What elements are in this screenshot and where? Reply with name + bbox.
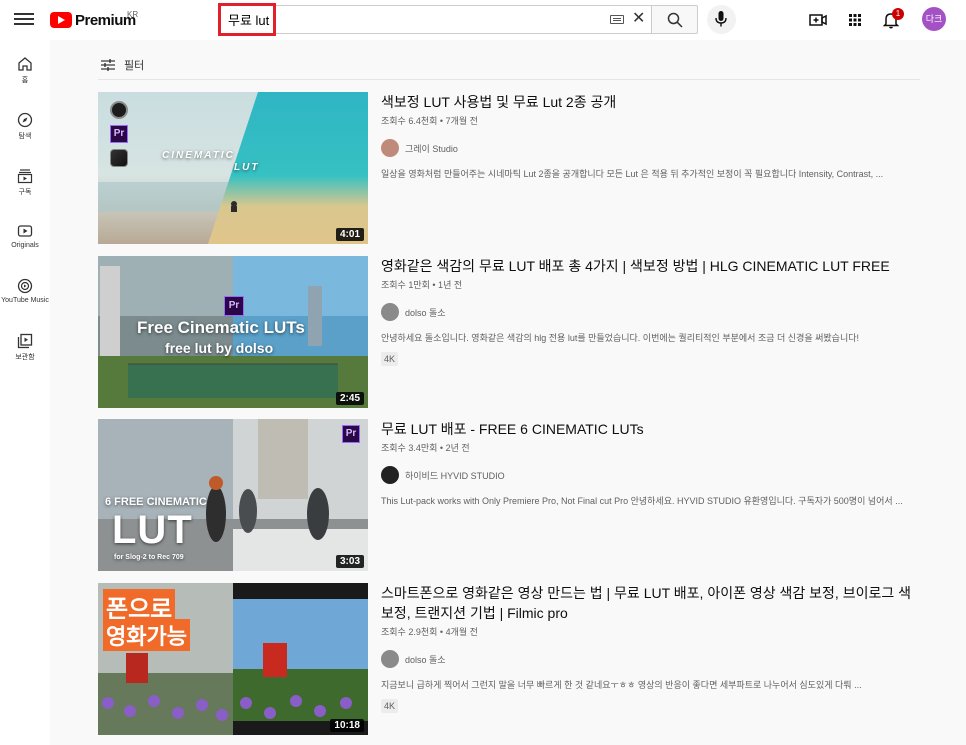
sidebar: 홈 탐색 구독 Originals YouTube Music 보관함 (0, 40, 50, 745)
menu-icon[interactable] (14, 10, 34, 30)
final-cut-icon (110, 149, 128, 167)
video-description: 안녕하세요 돌소입니다. 영화같은 색감의 hlg 전용 lut를 만들었습니다… (381, 333, 860, 343)
sidebar-item-originals[interactable]: Originals (0, 223, 50, 271)
originals-icon (17, 225, 33, 237)
video-thumbnail[interactable]: 폰으로 영화가능 10:18 (98, 583, 368, 735)
sidebar-item-label: 홈 (21, 77, 29, 84)
video-title[interactable]: 무료 LUT 배포 - FREE 6 CINEMATIC LUTs (381, 419, 911, 439)
video-info: 무료 LUT 배포 - FREE 6 CINEMATIC LUTs 조회수 3.… (381, 419, 911, 507)
video-title[interactable]: 색보정 LUT 사용법 및 무료 Lut 2종 공개 (381, 92, 911, 112)
video-duration: 3:03 (335, 555, 364, 568)
thumbnail-overlay-text: 6 FREE CINEMATIC (105, 496, 207, 508)
microphone-icon (715, 11, 727, 27)
search-icon (667, 12, 683, 28)
video-title[interactable]: 스마트폰으로 영화같은 영상 만드는 법 | 무료 LUT 배포, 아이폰 영상… (381, 583, 911, 623)
video-result: Pr CINEMATIC LUT 4:01 색보정 LUT 사용법 및 무료 L… (98, 92, 920, 244)
video-thumbnail[interactable]: Pr 6 FREE CINEMATIC LUT for Slog-2 to Re… (98, 419, 368, 571)
video-description: 일상을 영화처럼 만들어주는 시네마틱 Lut 2종을 공개합니다 모든 Lut… (381, 169, 884, 179)
premiere-pro-icon: Pr (342, 425, 360, 443)
sidebar-item-label: YouTube Music (1, 297, 49, 304)
search-button[interactable] (651, 5, 698, 34)
account-avatar[interactable]: 다크 (922, 7, 946, 31)
search-box: ✕ (218, 5, 652, 34)
video-duration: 2:45 (335, 392, 364, 405)
thumbnail-overlay-text: for Slog-2 to Rec 709 (114, 554, 184, 561)
video-duration: 4:01 (335, 228, 364, 241)
thumbnail-overlay-text: CINEMATIC (162, 150, 235, 161)
sidebar-item-label: Originals (11, 242, 39, 249)
channel-link[interactable]: dolso 돌소 (381, 303, 911, 321)
compass-icon (17, 112, 33, 128)
search-highlight-box (218, 3, 276, 36)
video-metadata: 조회수 2.9천회 • 4개월 전 (381, 627, 478, 637)
channel-name[interactable]: dolso 돌소 (405, 306, 446, 319)
channel-avatar[interactable] (381, 650, 399, 668)
video-info: 영화같은 색감의 무료 LUT 배포 총 4가지 | 색보정 방법 | HLG … (381, 256, 911, 367)
apps-grid-icon[interactable] (845, 10, 865, 30)
video-thumbnail[interactable]: Pr Free Cinematic LUTs free lut by dolso… (98, 256, 368, 408)
sidebar-item-music[interactable]: YouTube Music (0, 278, 50, 326)
video-info: 스마트폰으로 영화같은 영상 만드는 법 | 무료 LUT 배포, 아이폰 영상… (381, 583, 911, 714)
channel-link[interactable]: dolso 돌소 (381, 650, 911, 668)
notification-badge: 1 (892, 8, 904, 20)
home-icon (18, 57, 32, 71)
premiere-pro-icon: Pr (224, 296, 244, 316)
davinci-logo-icon (110, 101, 128, 119)
keyboard-icon[interactable] (610, 15, 624, 24)
play-logo-icon (50, 12, 72, 28)
create-video-icon[interactable] (808, 10, 828, 30)
video-metadata: 조회수 1만회 • 1년 전 (381, 280, 463, 290)
sidebar-item-subscriptions[interactable]: 구독 (0, 168, 50, 216)
thumbnail-overlay-text: LUT (234, 162, 260, 173)
video-result: 폰으로 영화가능 10:18 스마트폰으로 영화같은 영상 만드는 법 | 무료… (98, 583, 920, 735)
video-info: 색보정 LUT 사용법 및 무료 Lut 2종 공개 조회수 6.4천회 • 7… (381, 92, 911, 180)
quality-badge: 4K (381, 352, 399, 366)
thumbnail-overlay-text: Free Cinematic LUTs (137, 318, 305, 337)
channel-link[interactable]: 하이비드 HYVID STUDIO (381, 466, 911, 484)
filter-bar: 필터 (98, 53, 920, 80)
filter-sliders-icon (101, 59, 115, 71)
channel-avatar[interactable] (381, 466, 399, 484)
sidebar-item-label: 구독 (18, 189, 32, 196)
video-title[interactable]: 영화같은 색감의 무료 LUT 배포 총 4가지 | 색보정 방법 | HLG … (381, 256, 911, 276)
video-metadata: 조회수 6.4천회 • 7개월 전 (381, 116, 478, 126)
youtube-logo[interactable]: Premium (50, 9, 136, 31)
thumbnail-overlay-text: free lut by dolso (165, 340, 274, 356)
video-result: Pr Free Cinematic LUTs free lut by dolso… (98, 256, 920, 408)
country-code: KR (127, 10, 139, 19)
sidebar-item-home[interactable]: 홈 (0, 56, 50, 104)
filter-button[interactable]: 필터 (100, 57, 144, 73)
channel-name[interactable]: 그레이 Studio (405, 142, 458, 155)
channel-link[interactable]: 그레이 Studio (381, 139, 911, 157)
subscriptions-icon (17, 169, 33, 184)
thumbnail-overlay-text: 영화가능 (103, 619, 190, 651)
video-description: This Lut-pack works with Only Premiere P… (381, 496, 903, 506)
thumbnail-overlay-text: LUT (112, 508, 193, 552)
clear-icon[interactable]: ✕ (632, 11, 645, 27)
video-result: Pr 6 FREE CINEMATIC LUT for Slog-2 to Re… (98, 419, 920, 571)
sidebar-item-library[interactable]: 보관함 (0, 333, 50, 381)
quality-badge: 4K (381, 699, 399, 713)
video-metadata: 조회수 3.4만회 • 2년 전 (381, 443, 470, 453)
library-icon (17, 333, 33, 349)
sidebar-item-explore[interactable]: 탐색 (0, 112, 50, 160)
channel-name[interactable]: dolso 돌소 (405, 653, 446, 666)
filter-label: 필터 (124, 60, 145, 72)
video-thumbnail[interactable]: Pr CINEMATIC LUT 4:01 (98, 92, 368, 244)
top-bar: Premium KR ✕ 1 다크 (0, 0, 966, 40)
channel-avatar[interactable] (381, 139, 399, 157)
music-icon (17, 278, 33, 294)
voice-search-button[interactable] (707, 5, 736, 34)
sidebar-item-label: 보관함 (15, 354, 35, 361)
thumbnail-image (98, 92, 368, 244)
video-description: 지금보니 급하게 찍어서 그런지 말을 너무 빠르게 한 것 같네요ㅜㅎㅎ 영상… (381, 680, 862, 690)
video-duration: 10:18 (330, 719, 364, 732)
premiere-pro-icon: Pr (110, 125, 128, 143)
channel-avatar[interactable] (381, 303, 399, 321)
sidebar-item-label: 탐색 (18, 133, 32, 140)
channel-name[interactable]: 하이비드 HYVID STUDIO (405, 469, 505, 482)
